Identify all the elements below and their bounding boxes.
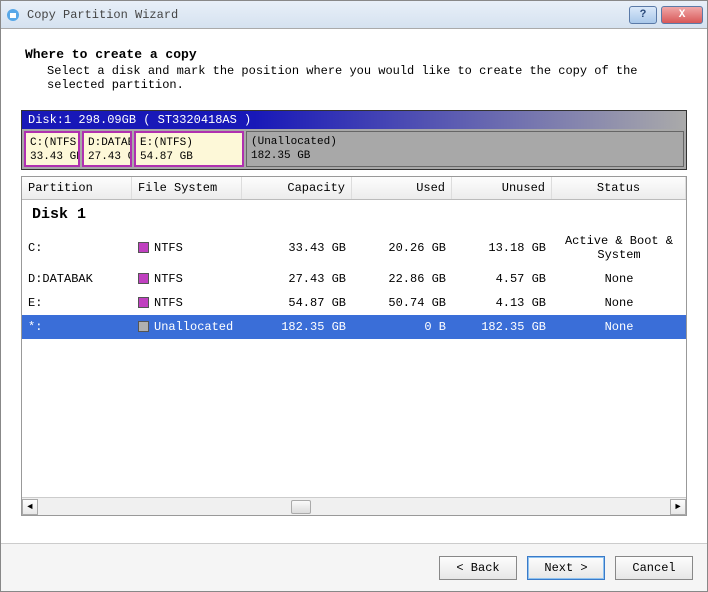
close-button[interactable]: X — [661, 6, 703, 24]
window-title: Copy Partition Wizard — [27, 8, 629, 22]
app-icon — [5, 7, 21, 23]
fs-swatch-icon — [138, 321, 149, 332]
col-used[interactable]: Used — [352, 177, 452, 199]
footer-buttons: < Back Next > Cancel — [1, 543, 707, 591]
col-filesystem[interactable]: File System — [132, 177, 242, 199]
partition-block[interactable]: C:(NTFS)33.43 GB — [24, 131, 80, 167]
titlebar: Copy Partition Wizard ? X — [1, 1, 707, 29]
back-button[interactable]: < Back — [439, 556, 517, 580]
fs-swatch-icon — [138, 273, 149, 284]
table-row[interactable]: D:DATABAKNTFS27.43 GB22.86 GB4.57 GBNone — [22, 267, 686, 291]
disk-group-label[interactable]: Disk 1 — [22, 200, 686, 229]
disk-layout-bar: Disk:1 298.09GB ( ST3320418AS ) C:(NTFS)… — [21, 110, 687, 170]
partition-table: Partition File System Capacity Used Unus… — [21, 176, 687, 516]
disk-blocks: C:(NTFS)33.43 GBD:DATABA27.43 GBE:(NTFS)… — [22, 129, 686, 169]
col-capacity[interactable]: Capacity — [242, 177, 352, 199]
table-row[interactable]: C:NTFS33.43 GB20.26 GB13.18 GBActive & B… — [22, 229, 686, 267]
table-row[interactable]: E:NTFS54.87 GB50.74 GB4.13 GBNone — [22, 291, 686, 315]
fs-swatch-icon — [138, 297, 149, 308]
col-partition[interactable]: Partition — [22, 177, 132, 199]
page-subheading: Select a disk and mark the position wher… — [47, 64, 697, 92]
table-body: Disk 1 C:NTFS33.43 GB20.26 GB13.18 GBAct… — [22, 200, 686, 497]
unallocated-block[interactable]: (Unallocated)182.35 GB — [246, 131, 684, 167]
partition-block[interactable]: D:DATABA27.43 GB — [82, 131, 132, 167]
fs-swatch-icon — [138, 242, 149, 253]
cancel-button[interactable]: Cancel — [615, 556, 693, 580]
scroll-left-icon[interactable]: ◄ — [22, 499, 38, 515]
window-controls: ? X — [629, 6, 703, 24]
content-area: Where to create a copy Select a disk and… — [1, 29, 707, 526]
table-header: Partition File System Capacity Used Unus… — [22, 177, 686, 200]
col-status[interactable]: Status — [552, 177, 686, 199]
partition-block[interactable]: E:(NTFS)54.87 GB — [134, 131, 244, 167]
wizard-window: Copy Partition Wizard ? X Where to creat… — [0, 0, 708, 592]
table-row[interactable]: *:Unallocated182.35 GB0 B182.35 GBNone — [22, 315, 686, 339]
scroll-thumb[interactable] — [291, 500, 311, 514]
disk-header-label: Disk:1 298.09GB ( ST3320418AS ) — [22, 111, 686, 129]
page-heading: Where to create a copy — [25, 47, 697, 62]
col-unused[interactable]: Unused — [452, 177, 552, 199]
help-button[interactable]: ? — [629, 6, 657, 24]
horizontal-scrollbar[interactable]: ◄ ► — [22, 497, 686, 515]
scroll-track[interactable] — [38, 499, 670, 515]
scroll-right-icon[interactable]: ► — [670, 499, 686, 515]
next-button[interactable]: Next > — [527, 556, 605, 580]
